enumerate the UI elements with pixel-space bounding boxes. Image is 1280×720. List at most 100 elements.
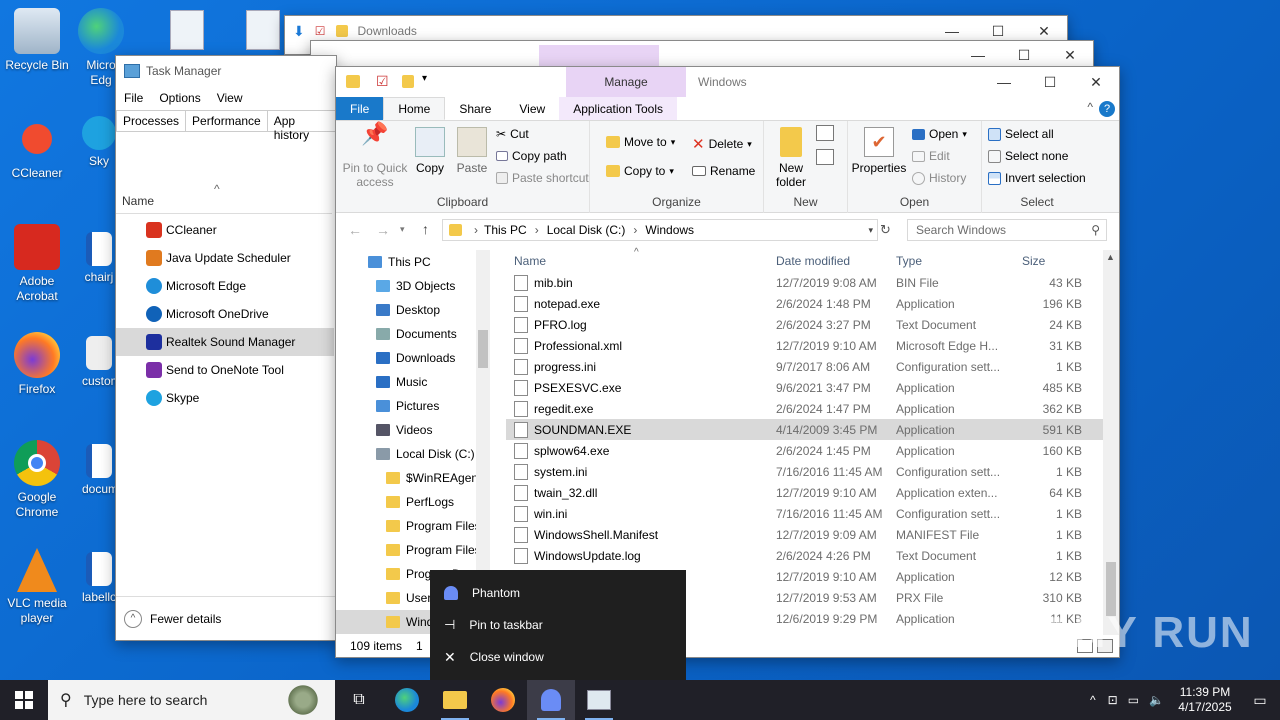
volume-icon[interactable]: 🔈 (1149, 693, 1164, 707)
taskbar-firefox[interactable] (479, 680, 527, 720)
image-file-icon[interactable] (246, 10, 280, 50)
file-row[interactable]: win.ini 7/16/2016 11:45 AM Configuration s… (506, 503, 1108, 524)
process-row[interactable]: Microsoft Edge (116, 272, 334, 300)
process-row[interactable]: Java Update Scheduler (116, 244, 334, 272)
close-window-item[interactable]: ✕ Close window (430, 641, 686, 673)
edit-button[interactable]: Edit (912, 149, 950, 163)
collapse-ribbon-icon[interactable]: ^ (1087, 100, 1093, 114)
select-none-button[interactable]: Select none (988, 149, 1068, 163)
history-button[interactable]: History (912, 171, 966, 185)
menu-view[interactable]: View (217, 91, 243, 105)
network-icon[interactable]: ⊡ (1108, 693, 1118, 707)
pin-quick-access-button[interactable]: 📌 Pin to Quick access (342, 123, 408, 190)
recent-locations-dropdown[interactable]: ▾ (400, 224, 405, 235)
file-row[interactable]: PFRO.log 2/6/2024 3:27 PM Text Document 24 … (506, 314, 1108, 335)
taskbar-file-explorer[interactable] (431, 680, 479, 720)
nav-item[interactable]: $WinREAgent (336, 466, 491, 490)
file-row[interactable]: progress.ini 9/7/2017 8:06 AM Configuratio… (506, 356, 1108, 377)
start-button[interactable] (0, 680, 48, 720)
process-row[interactable]: Send to OneNote Tool (116, 356, 334, 384)
forward-arrow-icon[interactable]: → (376, 222, 390, 238)
file-row[interactable]: WindowsShell.Manifest 12/7/2019 9:09 AM MA… (506, 524, 1108, 545)
up-arrow-icon[interactable]: ↑ (422, 221, 429, 237)
nav-item[interactable]: Music (336, 370, 491, 394)
new-folder-button[interactable]: New folder (768, 127, 814, 189)
taskbar-edge[interactable] (383, 680, 431, 720)
tab-application-tools[interactable]: Application Tools (559, 97, 678, 120)
column-name[interactable]: Name (506, 254, 776, 268)
file-row[interactable]: Professional.xml 12/7/2019 9:10 AM Microso… (506, 335, 1108, 356)
taskbar-task-manager[interactable] (575, 680, 623, 720)
open-button[interactable]: Open ▾ (912, 127, 967, 141)
back-arrow-icon[interactable]: ← (348, 222, 362, 238)
file-row[interactable]: regedit.exe 2/6/2024 1:47 PM Application 36… (506, 398, 1108, 419)
close-button[interactable]: ✕ (1073, 67, 1119, 97)
tab-processes[interactable]: Processes (116, 110, 187, 131)
desktop-icon-recycle-bin[interactable]: Recycle Bin (0, 8, 74, 73)
desktop-icon-custom[interactable]: custom (82, 336, 116, 389)
process-row-selected[interactable]: Realtek Sound Manager (116, 328, 334, 356)
copy-to-button[interactable]: Copy to ▾ (606, 164, 674, 178)
properties-button[interactable]: ✔ Properties (850, 127, 908, 175)
file-row[interactable]: PSEXESVC.exe 9/6/2021 3:47 PM Application 4… (506, 377, 1108, 398)
minimize-button[interactable]: — (981, 67, 1027, 97)
task-manager-titlebar[interactable]: Task Manager (116, 56, 336, 86)
desktop-icon-firefox[interactable]: Firefox (0, 332, 74, 397)
scroll-up-icon[interactable]: ▲ (1106, 252, 1115, 262)
column-type[interactable]: Type (896, 254, 1016, 268)
tab-performance[interactable]: Performance (186, 110, 268, 131)
close-button[interactable]: ✕ (1047, 41, 1093, 69)
tab-app-history[interactable]: App history (267, 110, 336, 142)
tab-home[interactable]: Home (383, 97, 446, 120)
notifications-icon[interactable]: ▭ (1240, 692, 1280, 709)
desktop-icon-docum[interactable]: docum (82, 444, 116, 497)
desktop-icon-chrome[interactable]: Google Chrome (0, 440, 74, 520)
nav-item[interactable]: Desktop (336, 298, 491, 322)
desktop-icon-vlc[interactable]: VLC media player (0, 548, 74, 626)
nav-item[interactable]: Program Files (336, 514, 491, 538)
nav-item[interactable]: Videos (336, 418, 491, 442)
maximize-button[interactable]: ☐ (1001, 41, 1047, 69)
process-row[interactable]: Skype (116, 384, 334, 412)
taskbar-search[interactable]: ⚲ Type here to search (48, 680, 335, 720)
customize-qa-dropdown[interactable]: ▾ (422, 73, 427, 84)
paste-shortcut-button[interactable]: Paste shortcut (496, 171, 589, 185)
refresh-icon[interactable]: ↻ (880, 222, 898, 240)
task-view-button[interactable]: ⧉ (335, 680, 383, 720)
context-tab-manage[interactable]: Manage (566, 67, 686, 97)
file-row[interactable]: WindowsUpdate.log 2/6/2024 4:26 PM Text Do… (506, 545, 1108, 566)
desktop-icon-skype[interactable]: Sky (82, 116, 116, 169)
copy-button[interactable]: Copy (412, 127, 448, 175)
column-date-modified[interactable]: Date modified (776, 254, 896, 268)
file-row[interactable]: system.ini 7/16/2016 11:45 AM Configuratio… (506, 461, 1108, 482)
fewer-details-button[interactable]: ^ Fewer details (116, 596, 336, 640)
select-all-button[interactable]: Select all (988, 127, 1054, 141)
paste-button[interactable]: Paste (454, 127, 490, 175)
process-row[interactable]: Microsoft OneDrive (116, 300, 334, 328)
nav-item[interactable]: Pictures (336, 394, 491, 418)
search-box[interactable]: Search Windows ⚲ (907, 219, 1107, 241)
task-manager-window[interactable]: Task Manager File Options View Processes… (115, 55, 337, 641)
menu-file[interactable]: File (124, 91, 143, 105)
file-row-selected[interactable]: SOUNDMAN.EXE 4/14/2009 3:45 PM Application… (506, 419, 1108, 440)
properties-qa-icon[interactable]: ☑ (376, 73, 389, 90)
invert-selection-button[interactable]: Invert selection (988, 171, 1086, 185)
tab-view[interactable]: View (505, 97, 559, 120)
new-folder-qa-icon[interactable] (402, 75, 414, 88)
ethernet-icon[interactable]: ▭ (1128, 693, 1139, 707)
desktop-icon-labello[interactable]: labello (82, 552, 116, 605)
clock[interactable]: 11:39 PM 4/17/2025 (1170, 685, 1240, 715)
file-row[interactable]: notepad.exe 2/6/2024 1:48 PM Application 19… (506, 293, 1108, 314)
process-row[interactable]: CCleaner (116, 216, 334, 244)
nav-item[interactable]: Downloads (336, 346, 491, 370)
taskbar-phantom[interactable] (527, 680, 575, 720)
breadcrumb-local-disk[interactable]: Local Disk (C:) (547, 223, 626, 237)
image-file-icon[interactable] (170, 10, 204, 50)
tab-file[interactable]: File (336, 97, 384, 120)
nav-scroll-thumb[interactable] (478, 330, 488, 368)
background-explorer-window[interactable]: — ☐ ✕ (310, 40, 1094, 68)
nav-item[interactable]: PerfLogs (336, 490, 491, 514)
desktop-icon-ccleaner[interactable]: CCleaner (0, 116, 74, 181)
move-to-button[interactable]: Move to ▾ (606, 135, 675, 149)
nav-item[interactable]: Documents (336, 322, 491, 346)
